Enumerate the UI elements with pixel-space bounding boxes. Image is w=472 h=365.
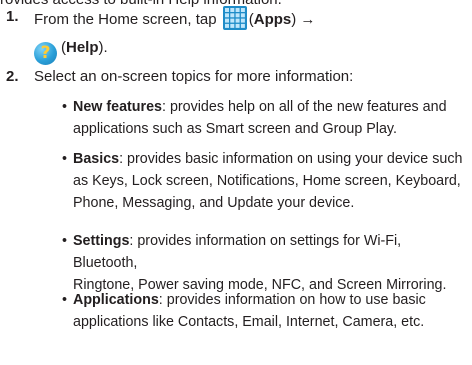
bullet-dot: • — [62, 151, 68, 167]
step-number: 1. — [6, 8, 19, 25]
bullet-settings: • Settings: provides information on sett… — [62, 230, 466, 296]
bullet-dot: • — [62, 233, 68, 249]
step-2-text: Select an on-screen topics for more info… — [34, 68, 354, 85]
bullet-dot: • — [62, 99, 68, 115]
bullet-dot: • — [62, 292, 68, 308]
bullet-new-features: • New features: provides help on all of … — [62, 96, 466, 140]
step-number: 2. — [6, 68, 19, 85]
apps-grid-icon — [222, 6, 247, 30]
bullet-basics: • Basics: provides basic information on … — [62, 148, 466, 214]
step-1-text: From the Home screen, tap (Apps) → — [34, 6, 315, 31]
help-question-icon: ? — [34, 42, 57, 65]
bullet-applications: • Applications: provides information on … — [62, 289, 466, 333]
